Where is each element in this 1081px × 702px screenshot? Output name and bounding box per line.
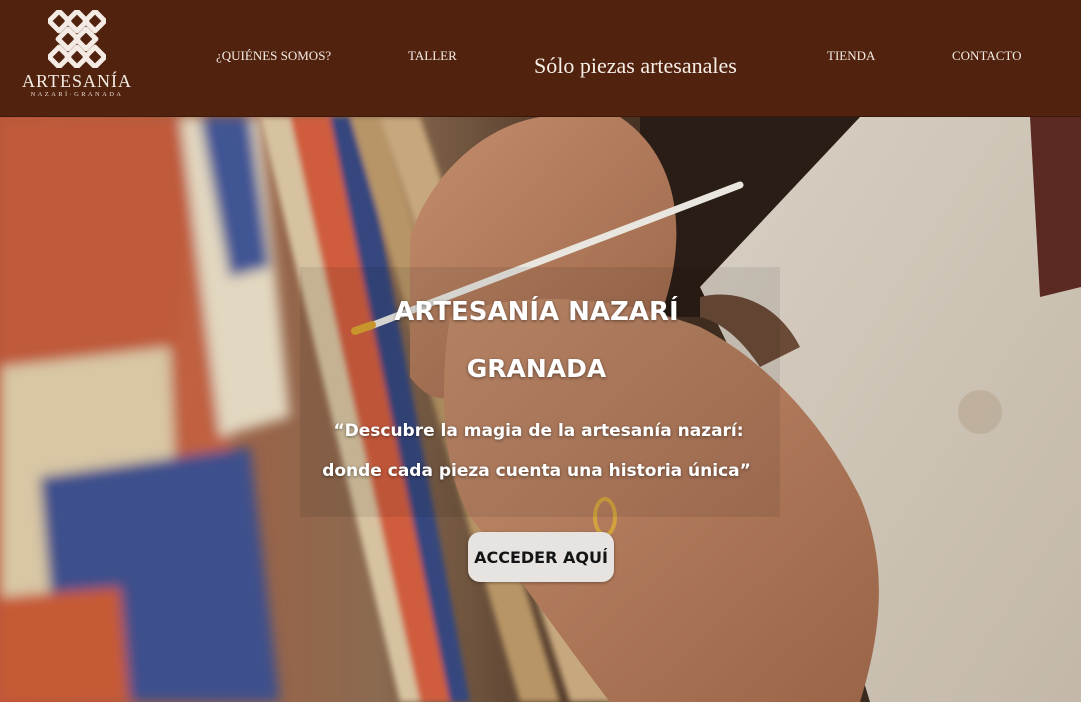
header-tagline: Sólo piezas artesanales <box>534 53 737 78</box>
brand-subtitle: NAZARÍ·GRANADA <box>30 91 124 98</box>
access-button[interactable]: ACCEDER AQUÍ <box>468 532 614 582</box>
hero-title: ARTESANÍA NAZARÍ <box>394 297 679 327</box>
site-header: ARTESANÍA NAZARÍ·GRANADA ¿QUIÉNES SOMOS?… <box>0 0 1081 117</box>
hero-background-image <box>0 117 1081 702</box>
hero-section: ARTESANÍA NAZARÍ GRANADA “Descubre la ma… <box>0 117 1081 702</box>
nav-link-taller[interactable]: TALLER <box>408 48 457 64</box>
hero-quote-line-2: donde cada pieza cuenta una historia úni… <box>322 461 751 481</box>
hero-subtitle: GRANADA <box>466 354 607 383</box>
hero-quote-line-1: “Descubre la magia de la artesanía nazar… <box>333 421 744 441</box>
nav-link-tienda[interactable]: TIENDA <box>827 48 875 64</box>
brand-title: ARTESANÍA <box>22 71 132 91</box>
geometric-knot-logo-icon <box>48 10 106 68</box>
brand-logo[interactable]: ARTESANÍA NAZARÍ·GRANADA <box>22 10 132 102</box>
nav-link-quienes-somos[interactable]: ¿QUIÉNES SOMOS? <box>216 48 331 64</box>
nav-link-contacto[interactable]: CONTACTO <box>952 48 1022 64</box>
